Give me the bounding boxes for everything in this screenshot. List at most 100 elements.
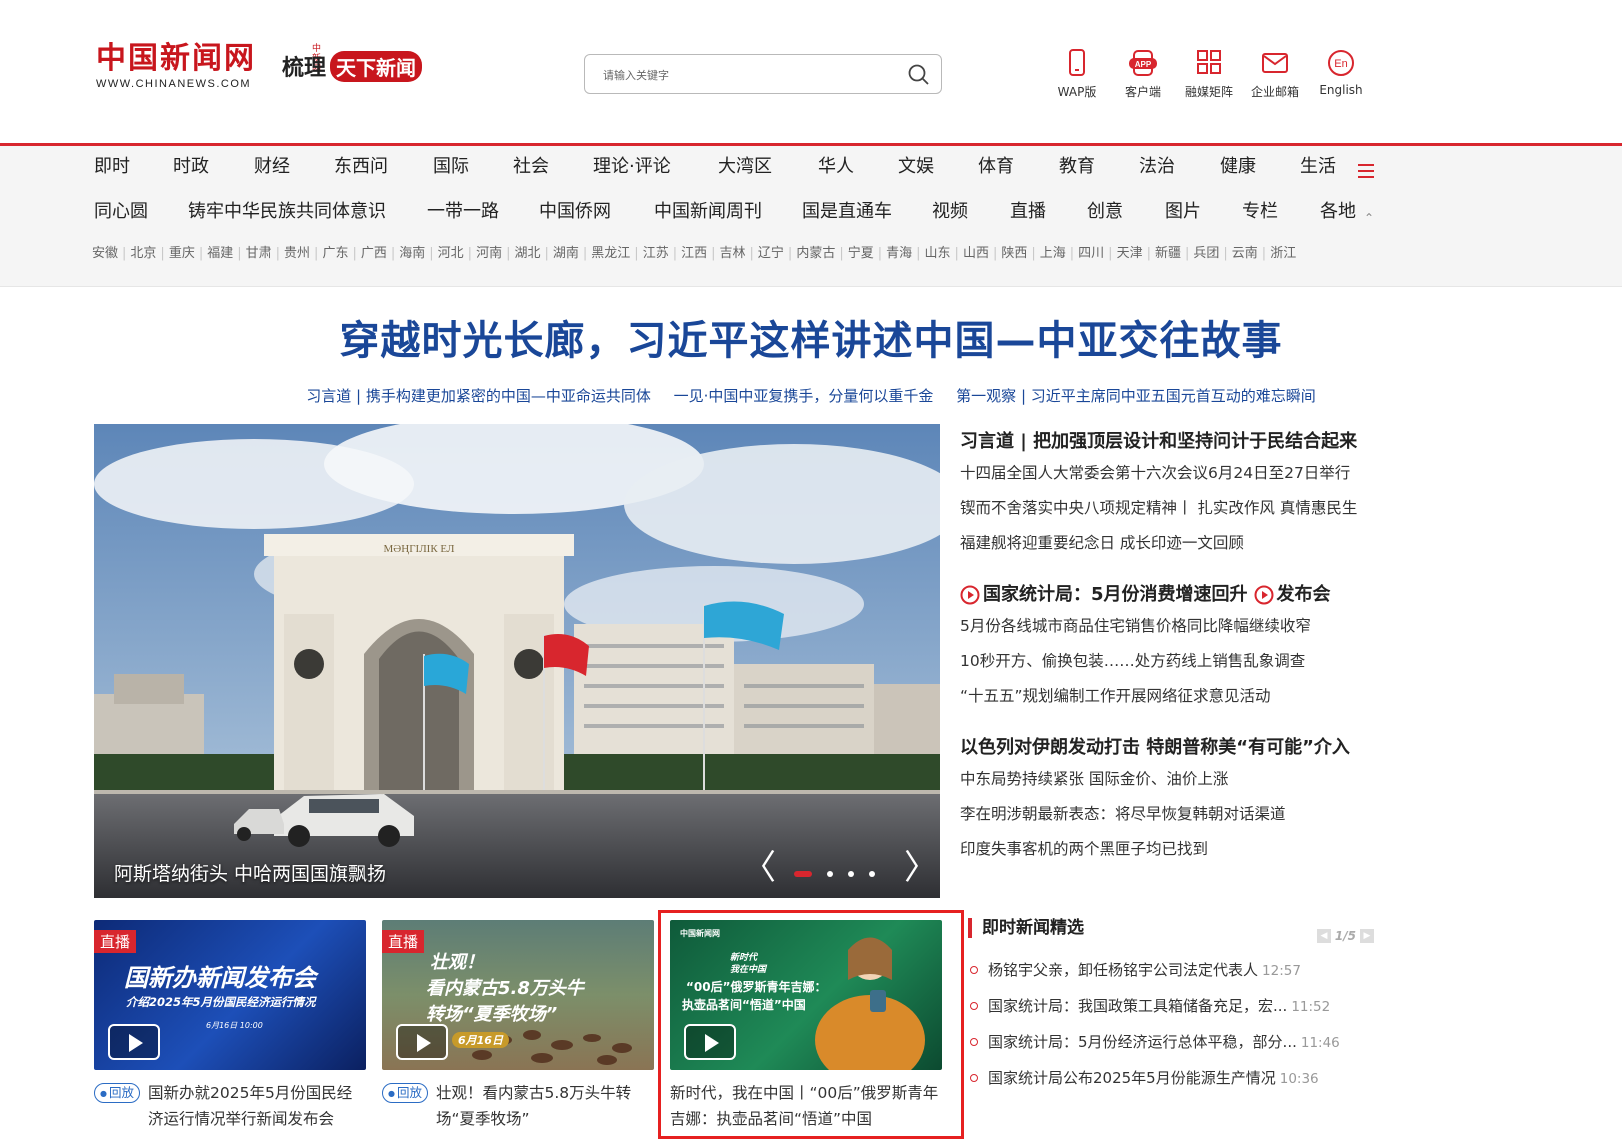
nav-item[interactable]: 即时: [94, 152, 130, 178]
region-link[interactable]: 兵团: [1193, 246, 1219, 261]
item-text[interactable]: 国家统计局：5月份经济运行总体平稳，部分...: [988, 1033, 1297, 1051]
item-text[interactable]: 国家统计局：我国政策工具箱储备充足，宏...: [988, 997, 1287, 1015]
nav-item[interactable]: 国是直通车: [802, 197, 892, 223]
nav-item[interactable]: 创意: [1087, 197, 1123, 223]
nav-item[interactable]: 铸牢中华民族共同体意识: [188, 197, 386, 223]
news-item[interactable]: 福建舰将迎重要纪念日 成长印迹一文回顾: [960, 526, 1380, 561]
region-link[interactable]: 吉林: [720, 246, 746, 261]
region-link[interactable]: 安徽: [92, 246, 118, 261]
tool-media-matrix[interactable]: 融媒矩阵: [1176, 48, 1242, 100]
nav-item[interactable]: 生活: [1300, 152, 1336, 178]
nav-item[interactable]: 财经: [254, 152, 290, 178]
news-headline-link[interactable]: 国家统计局：5月份消费增速回升: [983, 581, 1248, 609]
site-logo[interactable]: 中国新闻网 中新网 WWW.CHINANEWS.COM: [96, 42, 321, 91]
news-item[interactable]: 5月份各线城市商品住宅销售价格同比降幅继续收窄: [960, 609, 1380, 644]
video-card[interactable]: 壮观！ 看内蒙古5.8万头牛 转场“夏季牧场” 6月16日 直播 回放 壮观！看…: [382, 920, 654, 1132]
nav-item[interactable]: 华人: [818, 152, 854, 178]
news-item[interactable]: 十四届全国人大常委会第十六次会议6月24日至27日举行: [960, 456, 1380, 491]
nav-item[interactable]: 时政: [173, 152, 209, 178]
chevron-right-icon[interactable]: 〉: [904, 848, 938, 888]
nav-item[interactable]: 直播: [1010, 197, 1046, 223]
nav-item[interactable]: 理论·评论: [593, 152, 671, 178]
item-text[interactable]: 国家统计局公布2025年5月份能源生产情况: [988, 1069, 1276, 1087]
nav-item[interactable]: 社会: [513, 152, 549, 178]
nav-item[interactable]: 图片: [1165, 197, 1201, 223]
region-link[interactable]: 海南: [399, 246, 425, 261]
slider-dot[interactable]: [848, 871, 854, 877]
region-link[interactable]: 湖南: [553, 246, 579, 261]
nav-item[interactable]: 一带一路: [427, 197, 499, 223]
region-link[interactable]: 内蒙古: [796, 246, 835, 261]
news-headline-link[interactable]: 发布会: [1277, 581, 1331, 609]
list-item[interactable]: 国家统计局：我国政策工具箱储备充足，宏... 11:52: [968, 988, 1378, 1024]
nav-item[interactable]: 体育: [978, 152, 1014, 178]
search-input[interactable]: [603, 65, 883, 85]
region-link[interactable]: 北京: [130, 246, 156, 261]
sublink[interactable]: 习言道 | 携手构建更加紧密的中国—中亚命运共同体: [306, 387, 651, 405]
nav-item[interactable]: 同心圆: [94, 197, 148, 223]
news-item[interactable]: “十五五”规划编制工作开展网络征求意见活动: [960, 679, 1380, 714]
video-card-title[interactable]: 国新办就2025年5月份国民经济运行情况举行新闻发布会: [148, 1080, 366, 1132]
chevron-up-icon[interactable]: ⌃: [1364, 211, 1374, 225]
region-link[interactable]: 重庆: [169, 246, 195, 261]
nav-item[interactable]: 中国新闻周刊: [654, 197, 762, 223]
region-link[interactable]: 广西: [361, 246, 387, 261]
region-link[interactable]: 上海: [1040, 246, 1066, 261]
tool-mail[interactable]: 企业邮箱: [1242, 48, 1308, 100]
region-link[interactable]: 湖北: [514, 246, 540, 261]
tool-english[interactable]: En English: [1308, 48, 1374, 100]
play-icon[interactable]: [396, 1024, 448, 1060]
video-card-title[interactable]: 壮观！看内蒙古5.8万头牛转场“夏季牧场”: [436, 1080, 654, 1132]
video-thumbnail[interactable]: 壮观！ 看内蒙古5.8万头牛 转场“夏季牧场” 6月16日 直播: [382, 920, 654, 1070]
region-link[interactable]: 江苏: [643, 246, 669, 261]
region-link[interactable]: 贵州: [284, 246, 310, 261]
region-link[interactable]: 四川: [1078, 246, 1104, 261]
sublink[interactable]: 第一观察 | 习近平主席同中亚五国元首互动的难忘瞬间: [956, 387, 1316, 405]
list-item[interactable]: 国家统计局：5月份经济运行总体平稳，部分... 11:46: [968, 1024, 1378, 1060]
region-link[interactable]: 福建: [207, 246, 233, 261]
hero-slider[interactable]: MƏҢГІЛІК ЕЛ 阿斯塔纳街头 中哈两国国旗飘扬 〈 〉: [94, 424, 940, 898]
region-link[interactable]: 辽宁: [758, 246, 784, 261]
news-item[interactable]: 中东局势持续紧张 国际金价、油价上涨: [960, 762, 1380, 797]
region-link[interactable]: 陕西: [1001, 246, 1027, 261]
region-link[interactable]: 黑龙江: [591, 246, 630, 261]
news-headline[interactable]: 以色列对伊朗发动打击 特朗普称美“有可能”介入: [960, 734, 1380, 762]
nav-item[interactable]: 文娱: [898, 152, 934, 178]
list-item[interactable]: 杨铭宇父亲，卸任杨铭宇公司法定代表人 12:57: [968, 952, 1378, 988]
play-icon[interactable]: [108, 1024, 160, 1060]
next-page-icon[interactable]: ▶: [1360, 929, 1374, 943]
hero-caption[interactable]: 阿斯塔纳街头 中哈两国国旗飘扬: [114, 859, 386, 886]
news-item[interactable]: 印度失事客机的两个黑匣子均已找到: [960, 832, 1380, 867]
slider-dot[interactable]: [794, 871, 812, 877]
nav-item[interactable]: 健康: [1220, 152, 1256, 178]
nav-item[interactable]: 东西问: [334, 152, 388, 178]
video-card[interactable]: 国新办新闻发布会 介绍2025年5月份国民经济运行情况 6月16日 10:00 …: [94, 920, 366, 1132]
nav-item[interactable]: 中国侨网: [539, 197, 611, 223]
nav-item[interactable]: 教育: [1059, 152, 1095, 178]
item-text[interactable]: 杨铭宇父亲，卸任杨铭宇公司法定代表人: [988, 961, 1258, 979]
region-link[interactable]: 云南: [1232, 246, 1258, 261]
region-link[interactable]: 河北: [438, 246, 464, 261]
region-link[interactable]: 江西: [681, 246, 707, 261]
news-item[interactable]: 10秒开方、偷换包装……处方药线上销售乱象调查: [960, 644, 1380, 679]
region-link[interactable]: 河南: [476, 246, 502, 261]
region-link[interactable]: 山西: [963, 246, 989, 261]
list-item[interactable]: 国家统计局公布2025年5月份能源生产情况 10:36: [968, 1060, 1378, 1096]
region-link[interactable]: 宁夏: [848, 246, 874, 261]
search-icon[interactable]: [907, 63, 931, 87]
region-link[interactable]: 浙江: [1270, 246, 1296, 261]
region-link[interactable]: 青海: [886, 246, 912, 261]
top-headline[interactable]: 穿越时光长廊，习近平这样讲述中国—中亚交往故事: [0, 308, 1622, 366]
slider-dot[interactable]: [827, 871, 833, 877]
region-link[interactable]: 山东: [925, 246, 951, 261]
nav-item[interactable]: 专栏: [1242, 197, 1278, 223]
nav-item[interactable]: 国际: [433, 152, 469, 178]
region-link[interactable]: 广东: [322, 246, 348, 261]
sublink[interactable]: 一见·中国中亚复携手，分量何以重千金: [674, 387, 934, 405]
nav-item[interactable]: 大湾区: [718, 152, 772, 178]
prev-page-icon[interactable]: ◀: [1316, 929, 1331, 943]
menu-icon[interactable]: [1358, 164, 1374, 178]
tool-wap[interactable]: WAP版: [1044, 48, 1110, 100]
region-link[interactable]: 新疆: [1155, 246, 1181, 261]
news-item[interactable]: 锲而不舍落实中央八项规定精神丨 扎实改作风 真情惠民生: [960, 491, 1380, 526]
